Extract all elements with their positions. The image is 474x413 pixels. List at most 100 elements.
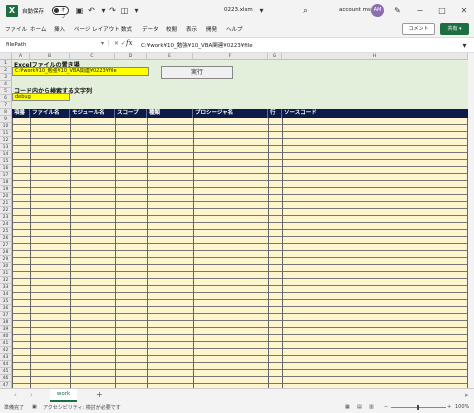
zoom-slider-thumb[interactable] (417, 405, 419, 410)
formula-input[interactable]: C:¥work¥10_勉強¥10_VBA関連¥0223¥file (141, 41, 253, 49)
column-header-f[interactable]: F (193, 53, 268, 60)
row-header[interactable]: 25 (0, 228, 12, 235)
tab-view[interactable]: 表示 (186, 25, 197, 33)
run-button[interactable]: 実行 (161, 66, 233, 79)
row-header[interactable]: 31 (0, 270, 12, 277)
row-header[interactable]: 37 (0, 312, 12, 319)
row-header[interactable]: 42 (0, 347, 12, 354)
column-header-b[interactable]: B (30, 53, 70, 60)
row-header[interactable]: 7 (0, 102, 12, 109)
row-header[interactable]: 15 (0, 158, 12, 165)
file-path-cell[interactable]: C:¥work¥10_勉強¥10_VBA関連¥0223¥file (12, 67, 149, 76)
row-header[interactable]: 36 (0, 305, 12, 312)
zoom-out-icon[interactable]: − (384, 404, 388, 410)
row-header[interactable]: 9 (0, 116, 12, 123)
row-header[interactable]: 44 (0, 361, 12, 368)
row-header[interactable]: 5 (0, 88, 12, 95)
tab-insert[interactable]: 挿入 (54, 25, 65, 33)
row-header[interactable]: 17 (0, 172, 12, 179)
file-title-dropdown-icon[interactable]: ▾ (256, 5, 267, 16)
row-header[interactable]: 3 (0, 74, 12, 81)
customize-quick-access-icon[interactable]: ▾ (131, 5, 142, 16)
row-header[interactable]: 39 (0, 326, 12, 333)
row-header[interactable]: 12 (0, 137, 12, 144)
scroll-right-icon[interactable]: ▸ (465, 391, 469, 399)
comment-button[interactable]: コメント (402, 23, 435, 35)
row-header[interactable]: 10 (0, 123, 12, 130)
row-header[interactable]: 40 (0, 333, 12, 340)
autosave-toggle[interactable]: オフ (52, 6, 69, 20)
row-header[interactable]: 35 (0, 298, 12, 305)
minimize-icon[interactable]: − (414, 5, 426, 17)
row-header[interactable]: 16 (0, 165, 12, 172)
tab-formulas[interactable]: 数式 (121, 25, 132, 33)
row-header[interactable]: 32 (0, 277, 12, 284)
row-header[interactable]: 43 (0, 354, 12, 361)
row-header[interactable]: 28 (0, 249, 12, 256)
row-header[interactable]: 18 (0, 179, 12, 186)
row-header[interactable]: 13 (0, 144, 12, 151)
search-icon[interactable]: ⌕ (300, 5, 311, 16)
insert-function-icon[interactable]: fx (126, 39, 133, 47)
column-header-a[interactable]: A (12, 53, 30, 60)
next-sheet-icon[interactable]: › (30, 391, 33, 399)
column-header-d[interactable]: D (115, 53, 147, 60)
save-icon[interactable]: ▣ (74, 5, 85, 16)
zoom-in-icon[interactable]: + (447, 404, 451, 410)
add-sheet-button[interactable]: + (96, 390, 103, 399)
row-header[interactable]: 38 (0, 319, 12, 326)
accessibility-status[interactable]: アクセシビリティ: 検討が必要です (43, 404, 121, 411)
row-header[interactable]: 41 (0, 340, 12, 347)
column-header-c[interactable]: C (70, 53, 115, 60)
tab-data[interactable]: データ (142, 25, 159, 33)
row-header[interactable]: 20 (0, 193, 12, 200)
name-box-dropdown-icon[interactable]: ▾ ⋮ ✕ ✓ (101, 40, 126, 47)
page-layout-view-icon[interactable]: ▤ (357, 404, 362, 410)
row-header[interactable]: 22 (0, 207, 12, 214)
row-header[interactable]: 29 (0, 256, 12, 263)
row-header[interactable]: 24 (0, 221, 12, 228)
row-header[interactable]: 8 (0, 109, 12, 116)
tab-help[interactable]: ヘルプ (226, 25, 243, 33)
prev-sheet-icon[interactable]: ‹ (14, 391, 17, 399)
row-header[interactable]: 6 (0, 95, 12, 102)
maximize-icon[interactable]: □ (436, 5, 448, 17)
row-header[interactable]: 30 (0, 263, 12, 270)
page-break-view-icon[interactable]: ▥ (369, 404, 374, 410)
redo-icon[interactable]: ↷ (107, 5, 118, 16)
name-box[interactable]: filePath (4, 40, 96, 51)
tab-file[interactable]: ファイル (5, 25, 27, 33)
sheet-tab-work[interactable]: work (50, 389, 77, 402)
close-icon[interactable]: ✕ (458, 5, 470, 17)
undo-icon[interactable]: ↶ (86, 5, 97, 16)
column-header-e[interactable]: E (147, 53, 193, 60)
column-header-h[interactable]: H (282, 53, 468, 60)
share-button[interactable]: 共有 ▾ (440, 23, 469, 35)
worksheet-grid[interactable]: A B C D E F G H 1 2 3 4 5 6 7 8 9 10 11 12 13 14 15 16 1… (0, 53, 468, 388)
row-header[interactable]: 11 (0, 130, 12, 137)
row-header[interactable]: 4 (0, 81, 12, 88)
row-header[interactable]: 21 (0, 200, 12, 207)
account-name[interactable]: account ms (339, 7, 371, 13)
row-header[interactable]: 2 (0, 67, 12, 74)
row-header[interactable]: 34 (0, 291, 12, 298)
normal-view-icon[interactable]: ▦ (345, 404, 350, 410)
row-header[interactable]: 14 (0, 151, 12, 158)
row-header[interactable]: 1 (0, 60, 12, 67)
pen-icon[interactable]: ✎ (392, 5, 403, 16)
tab-review[interactable]: 校閲 (166, 25, 177, 33)
camera-icon[interactable]: ◫ (119, 5, 130, 16)
search-string-cell[interactable]: debug (12, 93, 70, 101)
row-header[interactable]: 23 (0, 214, 12, 221)
column-header-g[interactable]: G (268, 53, 282, 60)
row-header[interactable]: 26 (0, 235, 12, 242)
zoom-level[interactable]: 100% (455, 404, 469, 410)
row-header[interactable]: 19 (0, 186, 12, 193)
expand-formula-bar-icon[interactable]: ▾ (459, 40, 470, 51)
row-header[interactable]: 45 (0, 368, 12, 375)
tab-developer[interactable]: 開発 (206, 25, 217, 33)
row-header[interactable]: 46 (0, 375, 12, 382)
tab-home[interactable]: ホーム (30, 25, 46, 33)
select-all-corner[interactable] (0, 53, 12, 60)
avatar[interactable]: AM (371, 4, 384, 17)
